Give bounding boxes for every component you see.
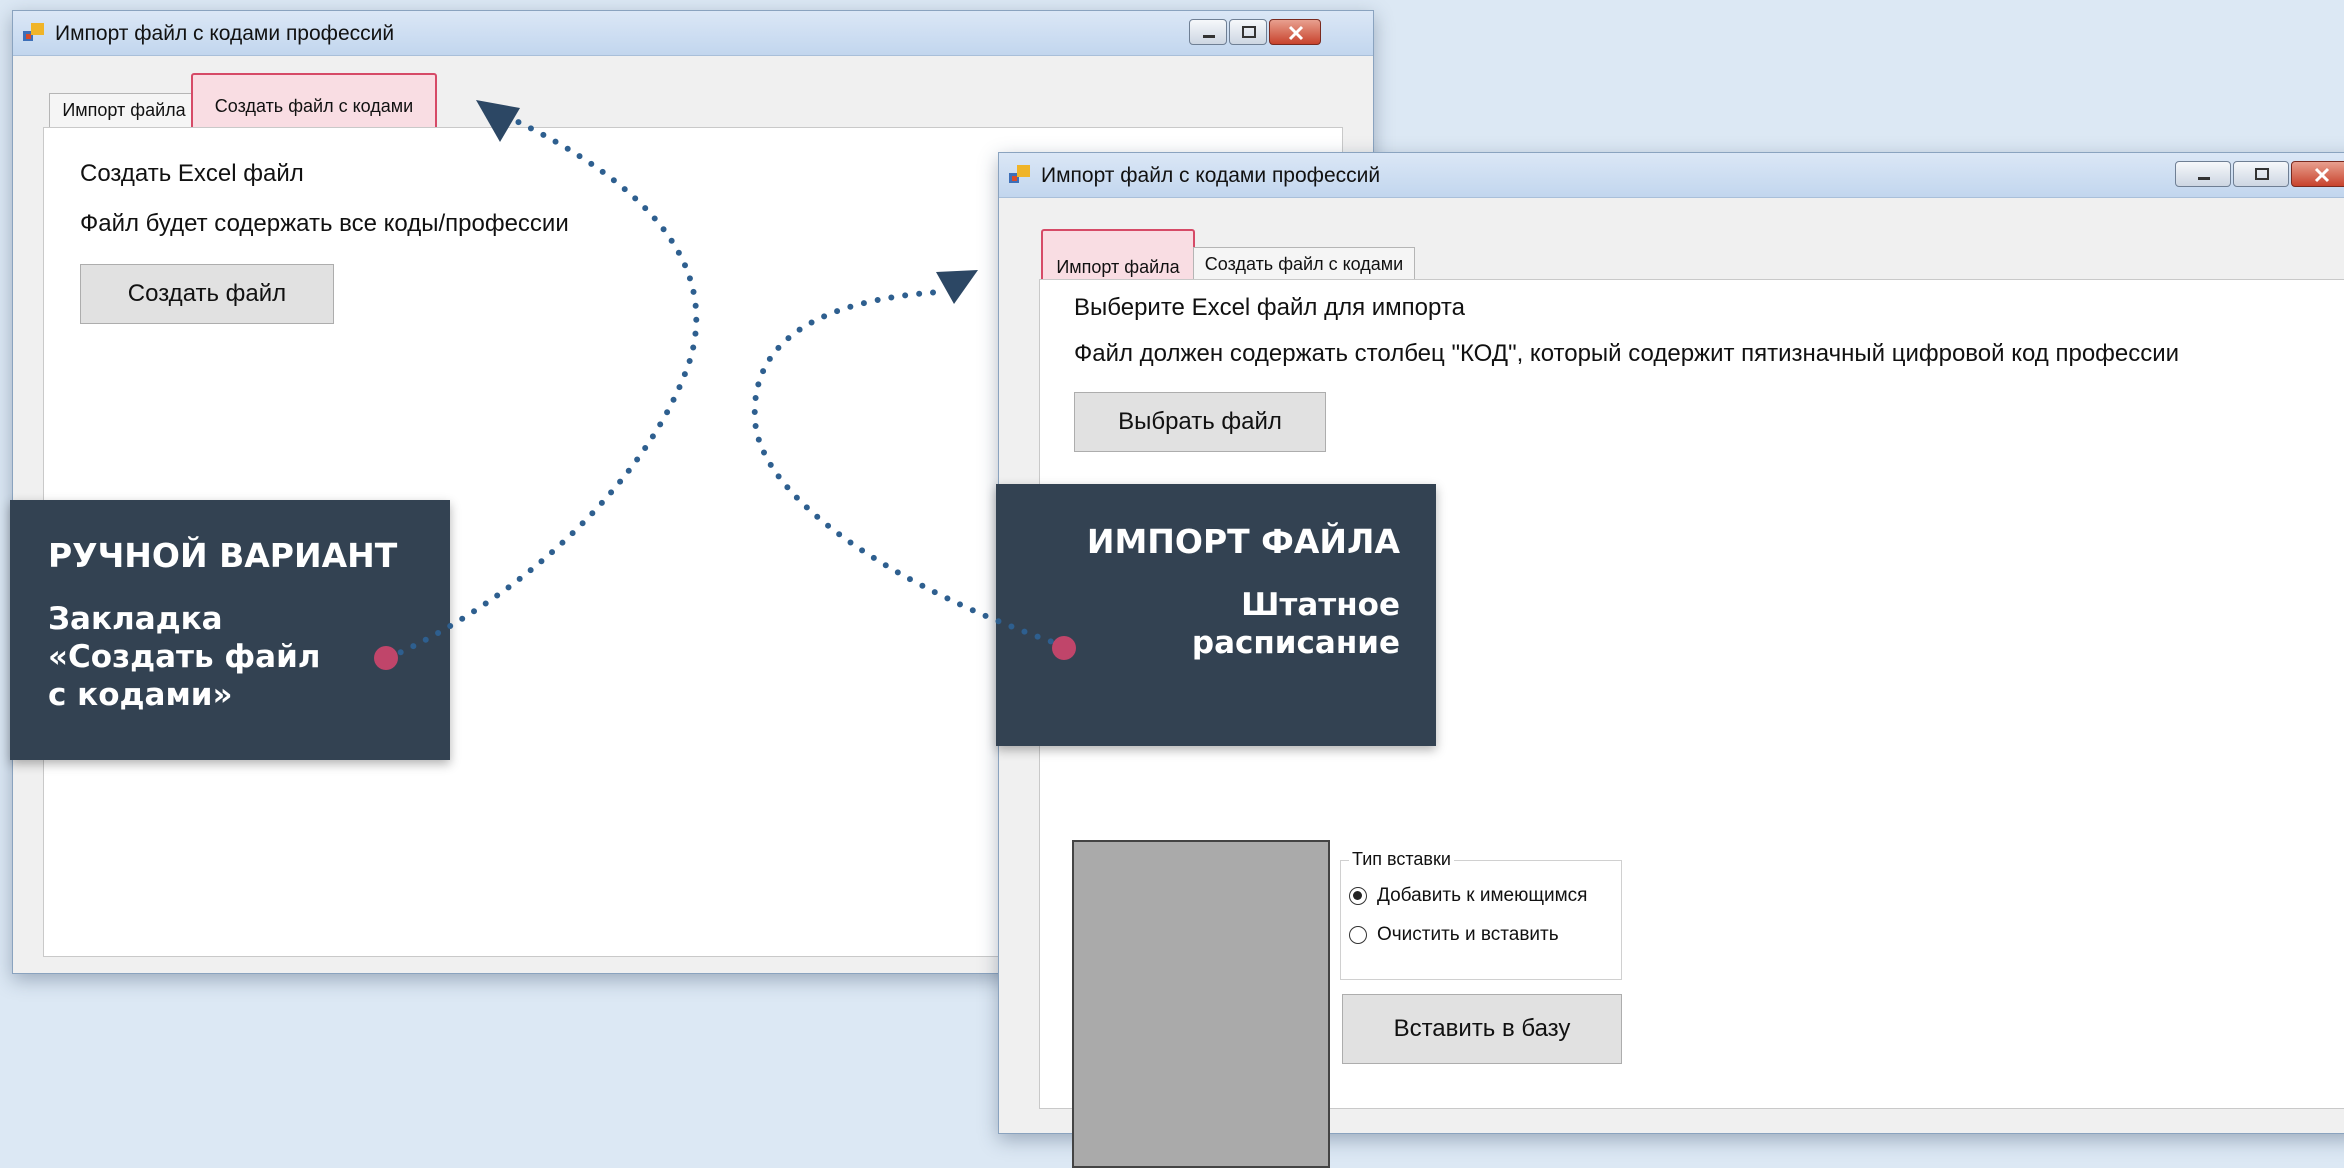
arrow-path-import [751,289,1067,649]
arrows-overlay [374,100,1076,670]
arrow-path-manual [385,115,700,661]
arrow-head-import [936,270,978,304]
arrow-head-manual [476,100,520,142]
dot-marker-manual [374,646,398,670]
dot-marker-import [1052,636,1076,660]
